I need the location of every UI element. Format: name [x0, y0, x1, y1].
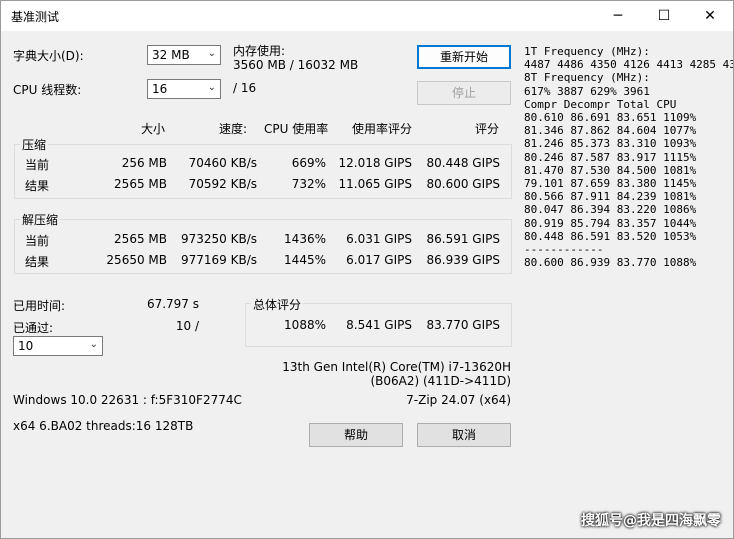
decompress-current-label: 当前: [25, 234, 50, 248]
decompress-current-usage: 6.031 GIPS: [346, 232, 412, 246]
log-line: 80.246 87.587 83.917 1115%: [524, 150, 697, 164]
log-line: 80.448 86.591 83.520 1053%: [524, 229, 697, 243]
decompress-group-label: 解压缩: [20, 211, 61, 228]
total-cpu: 1088%: [284, 318, 326, 332]
compress-current-usage: 12.018 GIPS: [338, 156, 413, 170]
log-line: 80.610 86.691 83.651 1109%: [524, 111, 697, 125]
decompress-result-label: 结果: [25, 255, 50, 269]
log-line: 81.470 87.530 84.500 1081%: [524, 163, 697, 177]
compress-current-label: 当前: [25, 158, 50, 172]
compress-result-label: 结果: [25, 179, 50, 193]
log-line: 81.246 85.373 83.310 1093%: [524, 137, 697, 151]
log-line: 80.047 86.394 83.220 1086%: [524, 203, 697, 217]
stop-button[interactable]: 停止: [417, 81, 511, 105]
compress-current-size: 256 MB: [121, 156, 167, 170]
threads-total: / 16: [233, 81, 257, 95]
restart-button[interactable]: 重新开始: [417, 45, 511, 69]
title-bar: 基准测试 ─ ☐ ✕: [1, 1, 733, 31]
log-line: 1T Frequency (MHz):: [524, 45, 650, 58]
compress-current-cpu: 669%: [291, 156, 326, 170]
log-line: Compr Decompr Total CPU: [524, 97, 677, 111]
header-speed: 速度:: [219, 122, 248, 136]
log-line: 80.919 85.794 83.357 1044%: [524, 216, 697, 230]
compress-current-speed: 70460 KB/s: [188, 156, 257, 170]
cancel-button[interactable]: 取消: [417, 423, 511, 447]
log-line: 80.566 87.911 84.239 1081%: [524, 190, 697, 204]
zip-version: 7-Zip 24.07 (x64): [406, 393, 511, 407]
compress-result-speed: 70592 KB/s: [188, 177, 257, 191]
memory-usage-label: 内存使用:: [233, 44, 286, 58]
compress-result-cpu: 732%: [291, 177, 326, 191]
cpu-id: (B06A2) (411D->411D): [370, 374, 511, 388]
header-cpu-usage: CPU 使用率: [264, 122, 329, 136]
compress-current-rating: 80.448 GIPS: [426, 156, 501, 170]
frequency-log: 1T Frequency (MHz): 4487 4486 4350 4126 …: [524, 45, 734, 270]
compress-result-usage: 11.065 GIPS: [338, 177, 413, 191]
decompress-current-size: 2565 MB: [114, 232, 167, 246]
header-size: 大小: [141, 122, 166, 136]
compress-result-rating: 80.600 GIPS: [426, 177, 501, 191]
memory-usage-value: 3560 MB / 16032 MB: [233, 58, 359, 72]
decompress-result-rating: 86.939 GIPS: [426, 253, 501, 267]
decompress-result-usage: 6.017 GIPS: [346, 253, 412, 267]
decompress-result-cpu: 1445%: [284, 253, 326, 267]
watermark: 搜狐号@我是四海飘零: [581, 513, 721, 529]
arch-info: x64 6.BA02 threads:16 128TB: [13, 419, 194, 433]
window-title: 基准测试: [11, 10, 60, 24]
compress-group-label: 压缩: [20, 136, 49, 153]
help-button[interactable]: 帮助: [309, 423, 403, 447]
benchmark-window: 基准测试 ─ ☐ ✕ 字典大小(D): 32 MB ⌄ CPU 线程数: 16 …: [0, 0, 734, 539]
log-line: 617% 3887 629% 3961: [524, 84, 650, 98]
passed-label: 已通过:: [13, 321, 54, 335]
log-line: 79.101 87.659 83.380 1145%: [524, 177, 697, 191]
dict-size-value: 32 MB: [152, 48, 190, 62]
header-rating: 评分: [475, 122, 500, 136]
cpu-model: 13th Gen Intel(R) Core(TM) i7-13620H: [282, 360, 511, 374]
total-usage: 8.541 GIPS: [346, 318, 412, 332]
passed-value: 10 /: [175, 319, 199, 333]
log-line: 80.600 86.939 83.770 1088%: [524, 256, 697, 270]
log-line: 81.346 87.862 84.604 1077%: [524, 124, 697, 138]
elapsed-value: 67.797 s: [146, 297, 199, 311]
close-icon[interactable]: ✕: [687, 1, 733, 31]
passes-select[interactable]: 10 ⌄: [13, 336, 103, 356]
dict-size-select[interactable]: 32 MB ⌄: [147, 45, 221, 65]
log-line: 8T Frequency (MHz):: [524, 71, 650, 85]
minimize-icon[interactable]: ─: [595, 1, 641, 31]
compress-result-size: 2565 MB: [114, 177, 167, 191]
decompress-current-rating: 86.591 GIPS: [426, 232, 501, 246]
total-rating: 83.770 GIPS: [426, 318, 501, 332]
chevron-down-icon: ⌄: [207, 48, 216, 59]
maximize-icon[interactable]: ☐: [641, 1, 687, 31]
os-info: Windows 10.0 22631 : f:5F310F2774C: [13, 393, 242, 407]
log-line: 4487 4486 4350 4126 4413 4285 4389: [524, 58, 734, 72]
decompress-result-size: 25650 MB: [106, 253, 167, 267]
threads-select[interactable]: 16 ⌄: [147, 79, 221, 99]
elapsed-label: 已用时间:: [13, 299, 66, 313]
log-line: ------------: [524, 243, 604, 257]
threads-label: CPU 线程数:: [13, 83, 82, 97]
decompress-current-cpu: 1436%: [284, 232, 326, 246]
decompress-result-speed: 977169 KB/s: [180, 253, 257, 267]
total-rating-label: 总体评分: [251, 296, 304, 313]
decompress-current-speed: 973250 KB/s: [180, 232, 257, 246]
chevron-down-icon: ⌄: [207, 82, 216, 93]
dict-size-label: 字典大小(D):: [13, 49, 84, 63]
chevron-down-icon: ⌄: [89, 339, 98, 350]
threads-value: 16: [152, 82, 168, 96]
header-usage-rating: 使用率评分: [352, 122, 413, 136]
passes-value: 10: [18, 339, 34, 353]
